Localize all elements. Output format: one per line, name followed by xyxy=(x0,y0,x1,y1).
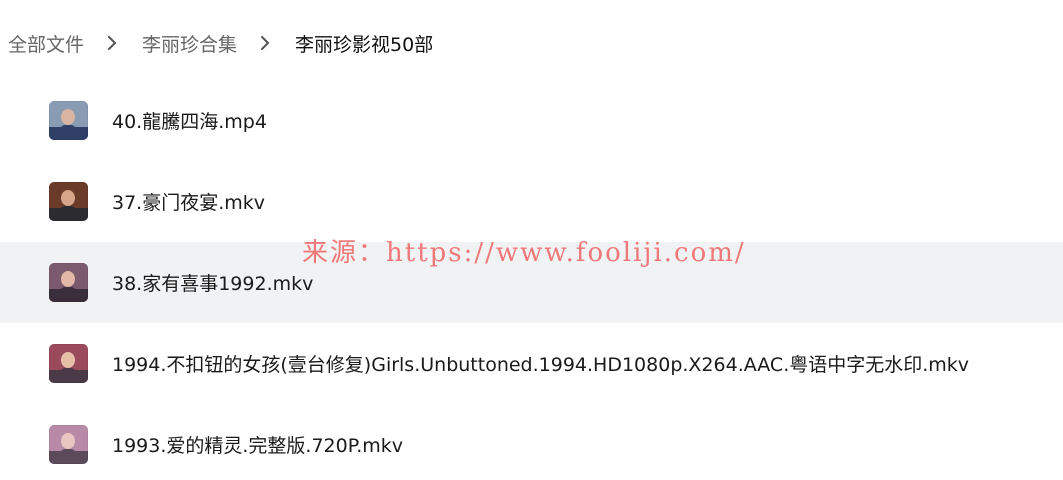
breadcrumb-item-collection[interactable]: 李丽珍合集 xyxy=(142,30,237,57)
file-row[interactable]: 1994.不扣钮的女孩(壹台修复)Girls.Unbuttoned.1994.H… xyxy=(0,323,1063,404)
breadcrumb: 全部文件 李丽珍合集 李丽珍影视50部 xyxy=(8,28,433,58)
breadcrumb-item-current-folder: 李丽珍影视50部 xyxy=(295,33,434,56)
chevron-right-icon xyxy=(102,36,122,50)
file-name[interactable]: 1994.不扣钮的女孩(壹台修复)Girls.Unbuttoned.1994.H… xyxy=(112,350,969,377)
breadcrumb-item-all-files[interactable]: 全部文件 xyxy=(8,30,84,57)
video-thumbnail xyxy=(49,101,88,140)
file-row[interactable]: 38.家有喜事1992.mkv xyxy=(0,242,1063,323)
file-browser-page: 全部文件 李丽珍合集 李丽珍影视50部 40.龍騰四海.mp4 37.豪门夜宴.… xyxy=(0,0,1063,480)
file-row[interactable]: 1993.爱的精灵.完整版.720P.mkv xyxy=(0,404,1063,480)
video-thumbnail xyxy=(49,344,88,383)
video-thumbnail xyxy=(49,425,88,464)
file-row[interactable]: 37.豪门夜宴.mkv xyxy=(0,161,1063,242)
file-name[interactable]: 38.家有喜事1992.mkv xyxy=(112,269,313,296)
file-name[interactable]: 40.龍騰四海.mp4 xyxy=(112,107,267,134)
chevron-right-icon xyxy=(255,36,275,50)
file-row[interactable]: 40.龍騰四海.mp4 xyxy=(0,80,1063,161)
file-name[interactable]: 1993.爱的精灵.完整版.720P.mkv xyxy=(112,431,403,458)
file-list: 40.龍騰四海.mp4 37.豪门夜宴.mkv 38.家有喜事1992.mkv … xyxy=(0,80,1063,480)
video-thumbnail xyxy=(49,182,88,221)
file-name[interactable]: 37.豪门夜宴.mkv xyxy=(112,188,265,215)
video-thumbnail xyxy=(49,263,88,302)
